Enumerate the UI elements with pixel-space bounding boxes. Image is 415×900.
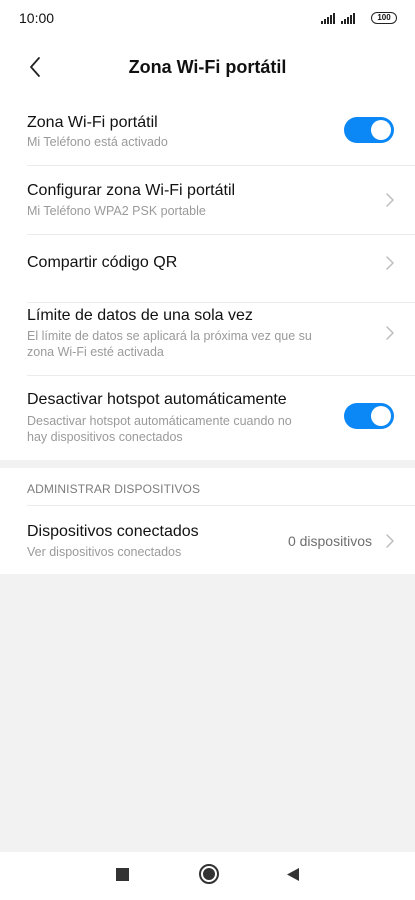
status-time: 10:00 <box>19 10 55 26</box>
signal-icon <box>321 12 335 24</box>
circle-home-icon[interactable] <box>198 863 220 885</box>
square-icon[interactable] <box>116 868 129 881</box>
page-title: Zona Wi-Fi portátil <box>128 56 287 77</box>
hotspot-toggle[interactable] <box>344 117 394 143</box>
signal-icon <box>341 12 355 24</box>
row-subtitle-line2: hay dispositivos conectados <box>27 430 183 444</box>
status-bar: 10:00 100 <box>0 0 415 36</box>
status-icons: 100 <box>321 12 397 24</box>
row-subtitle-line1: El límite de datos se aplicará la próxim… <box>27 329 312 343</box>
chevron-right-icon <box>386 256 394 270</box>
auto-disable-toggle[interactable] <box>344 403 394 429</box>
row-subtitle-line1: Desactivar hotspot automáticamente cuand… <box>27 414 292 428</box>
row-subtitle: Mi Teléfono WPA2 PSK portable <box>27 204 206 218</box>
row-title: Compartir código QR <box>27 254 178 271</box>
row-subtitle-line2: zona Wi-Fi esté activada <box>27 345 164 359</box>
triangle-back-icon[interactable] <box>286 867 300 882</box>
section-label: ADMINISTRAR DISPOSITIVOS <box>27 482 201 496</box>
row-subtitle: Mi Teléfono está activado <box>27 135 168 149</box>
device-count: 0 dispositivos <box>287 533 372 549</box>
auto-disable-row[interactable]: Desactivar hotspot automáticamente Desac… <box>0 376 415 460</box>
battery-icon: 100 <box>371 12 397 24</box>
chevron-right-icon <box>386 326 394 340</box>
row-title: Zona Wi-Fi portátil <box>27 114 158 131</box>
battery-level: 100 <box>377 13 391 22</box>
data-limit-row[interactable]: Límite de datos de una sola vez El límit… <box>0 303 415 375</box>
back-button[interactable] <box>22 54 48 80</box>
connected-devices-row[interactable]: Dispositivos conectados Ver dispositivos… <box>0 506 415 574</box>
share-qr-row[interactable]: Compartir código QR <box>0 235 415 287</box>
toggle-knob <box>371 406 391 426</box>
row-title: Configurar zona Wi-Fi portátil <box>27 182 236 199</box>
toggle-knob <box>371 120 391 140</box>
chevron-left-icon <box>30 57 40 77</box>
app-header: Zona Wi-Fi portátil <box>0 36 415 98</box>
row-title: Desactivar hotspot automáticamente <box>27 391 287 408</box>
hotspot-settings-section: Zona Wi-Fi portátil Mi Teléfono está act… <box>0 98 415 460</box>
row-title: Límite de datos de una sola vez <box>27 307 253 324</box>
configure-hotspot-row[interactable]: Configurar zona Wi-Fi portátil Mi Teléfo… <box>0 166 415 234</box>
chevron-right-icon <box>386 193 394 207</box>
hotspot-toggle-row[interactable]: Zona Wi-Fi portátil Mi Teléfono está act… <box>0 98 415 165</box>
navigation-bar <box>0 852 415 900</box>
chevron-right-icon <box>386 534 394 548</box>
